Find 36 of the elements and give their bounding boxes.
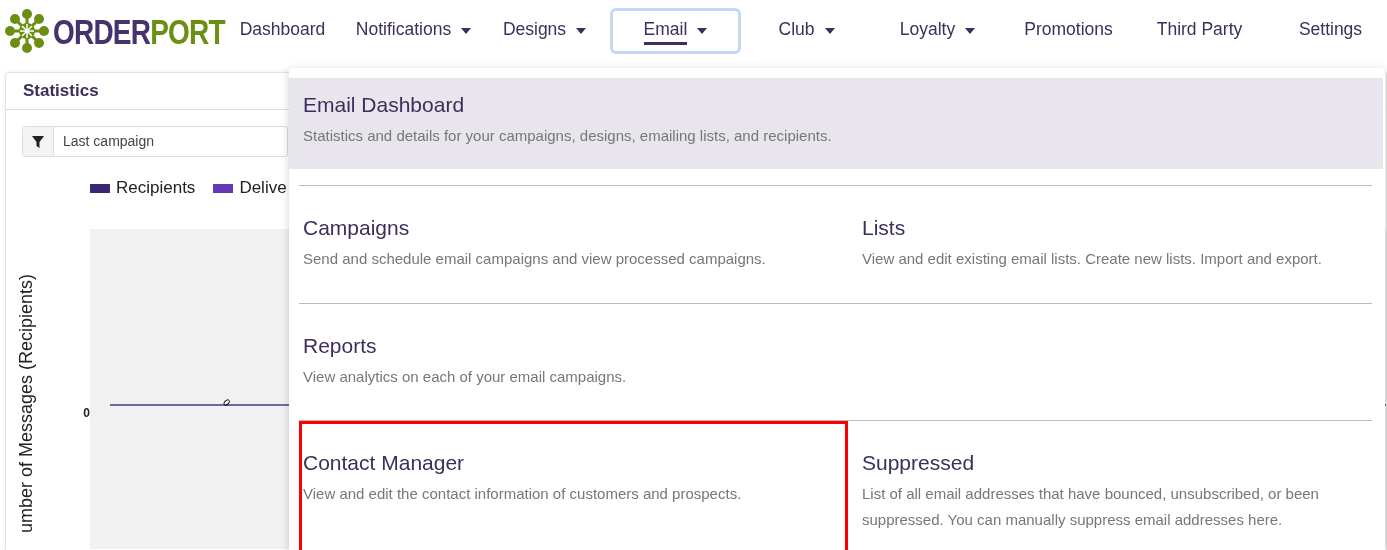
nav-tab[interactable]: Club: [741, 8, 872, 54]
nav-tab[interactable]: Notifications: [348, 8, 479, 54]
menu-item-description: View analytics on each of your email campaigns.: [303, 367, 628, 387]
menu-item-title: Campaigns: [303, 216, 411, 240]
logo-text: ORDERPORT: [53, 11, 225, 51]
legend-label: Recipients: [116, 178, 196, 198]
menu-item-description: Send and schedule email campaigns and view processed campaigns.: [303, 249, 767, 269]
legend-label: Delive: [239, 178, 287, 198]
filter-icon: [32, 135, 44, 148]
menu-item-title: Email Dashboard: [303, 93, 466, 117]
menu-item-description: View and edit existing email lists. Create new lists. Import and export.: [862, 249, 1323, 269]
data-label: 0: [220, 396, 233, 409]
menu-item-title: Reports: [303, 334, 378, 358]
nav-tab[interactable]: Loyalty: [872, 8, 1003, 54]
card-title: Statistics: [23, 81, 99, 101]
nav-tab[interactable]: Email: [610, 8, 741, 54]
menu-item[interactable]: Contact Manager View and edit the contact information of customers and prospects.: [299, 421, 848, 550]
menu-item-description: View and edit the contact information of customers and prospects.: [303, 484, 743, 504]
nav-tab[interactable]: Settings: [1265, 8, 1387, 54]
menu-item-description: Statistics and details for your campaigns, designs, emailing lists, and recipients.: [303, 126, 833, 146]
menu-item[interactable]: Campaigns Send and schedule email campaigns and view processed campaigns.: [299, 186, 848, 303]
menu-item[interactable]: Reports View analytics on each of your email campaigns.: [299, 304, 848, 420]
menu-item[interactable]: Lists View and edit existing email lists. Create new lists. Import and export.: [848, 186, 1372, 303]
nav-tab[interactable]: Third Party: [1134, 8, 1265, 54]
filter-field[interactable]: Last campaign: [22, 126, 288, 157]
menu-item-title: Suppressed: [862, 451, 976, 475]
nav-tab[interactable]: Designs: [479, 8, 610, 54]
menu-item-title: Lists: [862, 216, 907, 240]
axis-tick: 0: [83, 406, 90, 420]
nav-tab[interactable]: Promotions: [1003, 8, 1134, 54]
menu-item-title: Contact Manager: [303, 451, 466, 475]
flower-logo-icon: [5, 9, 49, 53]
axis-label: umber of Messages (Recipients): [15, 274, 37, 536]
menu-item[interactable]: Suppressed List of all email addresses that have bounced, unsubscribed, or been suppressed. You can manually suppress email addresses here.: [848, 421, 1372, 550]
menu-item[interactable]: Email Dashboard Statistics and details for your campaigns, designs, emailing lists, and recipients.: [289, 78, 1383, 169]
menu-item-description: List of all email addresses that have bounced, unsubscribed, or been suppressed. You can manually suppress email addresses here.: [862, 484, 1320, 530]
